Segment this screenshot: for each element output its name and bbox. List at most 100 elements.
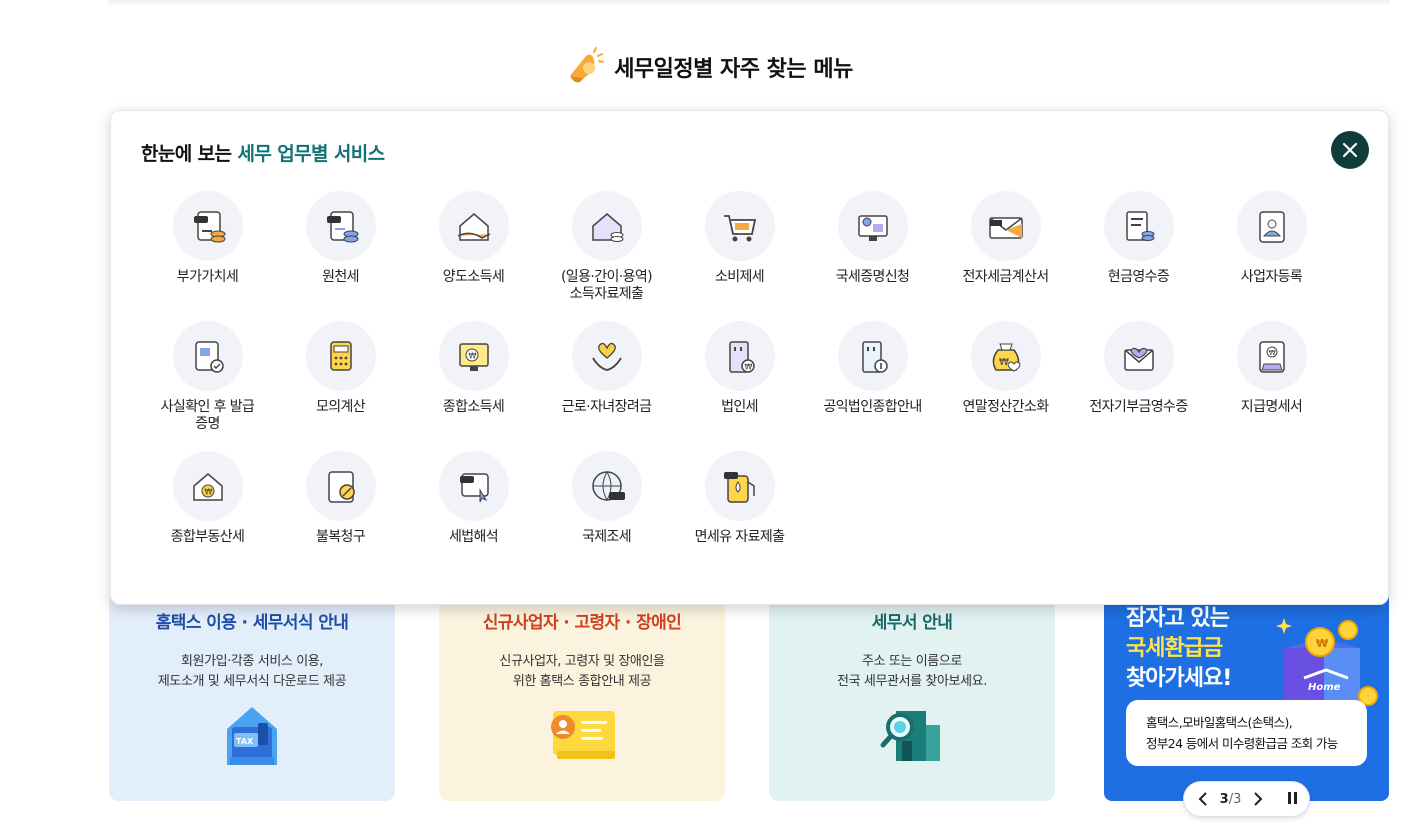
service-item[interactable]: ₩ 법인세 (673, 321, 806, 451)
service-item-label: 부가가치세 (176, 269, 239, 285)
service-item[interactable]: 양도소득세 (407, 191, 540, 321)
service-item[interactable]: 면세유 자료제출 (673, 451, 806, 581)
service-item[interactable]: (일용·간이·용역) 소득자료제출 (540, 191, 673, 321)
fuel-tax-icon (704, 451, 775, 521)
service-item-label: 공익법인종합안내 (823, 399, 922, 415)
globe-tax-icon (571, 451, 642, 521)
close-button[interactable] (1331, 131, 1369, 169)
card-description: 주소 또는 이름으로 전국 세무관서를 찾아보세요. (837, 654, 987, 689)
refund-banner[interactable]: 잠자고 있는 국세환급금 찾아가세요! ₩ Home 홈택스,모바일홈택스(손택… (1104, 590, 1389, 801)
building-search-icon (880, 711, 940, 761)
svg-text:₩: ₩ (744, 363, 752, 372)
service-item[interactable]: 공익법인종합안내 (806, 321, 939, 451)
panel-title-highlight: 세무 업무별 서비스 (237, 143, 385, 165)
service-item[interactable]: 사업자등록 (1205, 191, 1338, 321)
service-item[interactable]: ₩ 종합부동산세 (141, 451, 274, 581)
service-item[interactable]: 현금영수증 (1072, 191, 1205, 321)
service-item-label: 원천세 (322, 269, 359, 285)
section-header: 세무일정별 자주 찾는 메뉴 (0, 42, 1415, 92)
service-item[interactable]: ₩ 종합소득세 (407, 321, 540, 451)
certificate-monitor-icon (837, 191, 908, 261)
service-item[interactable]: 불복청구 (274, 451, 407, 581)
service-item-label: 연말정산간소화 (962, 399, 1050, 415)
house-hand-icon (438, 191, 509, 261)
service-item[interactable]: 국세증명신청 (806, 191, 939, 321)
svg-text:₩: ₩ (204, 488, 212, 497)
banner-note-line2: 정부24 등에서 미수령환급금 조회 가능 (1146, 736, 1338, 751)
tax-envelope-icon (970, 191, 1041, 261)
service-item-label: 국세증명신청 (835, 269, 910, 285)
tax-folder-icon: TAX (227, 707, 277, 765)
sal-document-icon (305, 191, 376, 261)
svg-text:Home: Home (1308, 682, 1341, 693)
money-bag-icon: ₩ (970, 321, 1041, 391)
service-item-label: 지급명세서 (1240, 399, 1303, 415)
top-divider (108, 0, 1390, 6)
pager-total: /3 (1228, 791, 1242, 807)
vat-document-icon (172, 191, 243, 261)
service-item-label: 양도소득세 (442, 269, 505, 285)
service-item-label: 전자기부금영수증 (1089, 399, 1188, 415)
service-item-label: 소비제세 (714, 269, 765, 285)
chevron-left-icon[interactable] (1194, 790, 1212, 808)
chevron-right-icon[interactable] (1249, 790, 1267, 808)
banner-line3: 찾아가세요! (1126, 666, 1232, 691)
house-coins-icon (571, 191, 642, 261)
panel-title-prefix: 한눈에 보는 (141, 143, 238, 165)
card-title: 홈택스 이용 · 세무서식 안내 (155, 613, 349, 633)
banner-note: 홈택스,모바일홈택스(손택스), 정부24 등에서 미수령환급금 조회 가능 (1126, 700, 1367, 766)
service-item[interactable]: 소비제세 (673, 191, 806, 321)
panel-title: 한눈에 보는 세무 업무별 서비스 (141, 139, 385, 166)
svg-text:₩: ₩ (468, 352, 476, 361)
service-item[interactable]: 전자세금계산서 (939, 191, 1072, 321)
section-title: 세무일정별 자주 찾는 메뉴 (614, 57, 853, 82)
svg-text:₩: ₩ (1268, 349, 1275, 357)
service-item[interactable]: 부가가치세 (141, 191, 274, 321)
shopping-cart-icon (704, 191, 775, 261)
banner-line1: 잠자고 있는 (1126, 606, 1230, 631)
service-item-label: (일용·간이·용역) 소득자료제출 (560, 269, 653, 302)
house-won-icon: ₩ (172, 451, 243, 521)
service-item-label: 전자세금계산서 (962, 269, 1050, 285)
hometax-guide-card[interactable]: 홈택스 이용 · 세무서식 안내 회원가입·각종 서비스 이용, 제도소개 및 … (109, 590, 395, 801)
objection-document-icon (305, 451, 376, 521)
banner-note-line1: 홈택스,모바일홈택스(손택스), (1146, 715, 1293, 730)
card-description: 신규사업자, 고령자 및 장애인을 위한 홈택스 종합안내 제공 (499, 654, 665, 689)
service-panel: 한눈에 보는 세무 업무별 서비스 부가가치세 원천세 양도소득세 (일용·간이·용역… (110, 110, 1389, 605)
service-item-label: 사실확인 후 발급 증명 (160, 399, 255, 432)
service-item[interactable]: 국제조세 (540, 451, 673, 581)
service-item[interactable]: 세법해석 (407, 451, 540, 581)
service-item-label: 사업자등록 (1240, 269, 1303, 285)
tax-office-card[interactable]: 세무서 안내 주소 또는 이름으로 전국 세무관서를 찾아보세요. (769, 590, 1055, 801)
heart-envelope-icon (1103, 321, 1174, 391)
tax-law-icon (438, 451, 509, 521)
service-item[interactable]: ₩ 연말정산간소화 (939, 321, 1072, 451)
svg-text:₩: ₩ (999, 357, 1009, 368)
banner-title: 잠자고 있는 국세환급금 찾아가세요! (1126, 604, 1232, 694)
new-business-card[interactable]: 신규사업자 · 고령자 · 장애인 신규사업자, 고령자 및 장애인을 위한 홈… (439, 590, 725, 801)
pager-count: 3/3 (1220, 792, 1242, 807)
service-item[interactable]: 사실확인 후 발급 증명 (141, 321, 274, 451)
verified-document-icon (172, 321, 243, 391)
service-item[interactable]: 모의계산 (274, 321, 407, 451)
won-document-icon: ₩ (1236, 321, 1307, 391)
service-item-label: 종합소득세 (442, 399, 505, 415)
user-card-icon (551, 711, 615, 759)
service-item-label: 근로·자녀장려금 (561, 399, 652, 415)
service-item-label: 모의계산 (315, 399, 366, 415)
service-item-label: 법인세 (721, 399, 758, 415)
pager-current: 3 (1219, 791, 1229, 807)
service-item[interactable]: 근로·자녀장려금 (540, 321, 673, 451)
calculator-icon (305, 321, 376, 391)
svg-text:TAX: TAX (236, 737, 254, 746)
service-item[interactable]: ₩ 지급명세서 (1205, 321, 1338, 451)
receipt-coins-icon (1103, 191, 1174, 261)
service-item-label: 종합부동산세 (170, 529, 245, 545)
service-item-label: 세법해석 (448, 529, 499, 545)
service-item-label: 불복청구 (315, 529, 366, 545)
won-monitor-icon: ₩ (438, 321, 509, 391)
service-item[interactable]: 전자기부금영수증 (1072, 321, 1205, 451)
pause-icon[interactable] (1285, 792, 1299, 806)
service-item[interactable]: 원천세 (274, 191, 407, 321)
svg-text:₩: ₩ (1316, 637, 1328, 650)
